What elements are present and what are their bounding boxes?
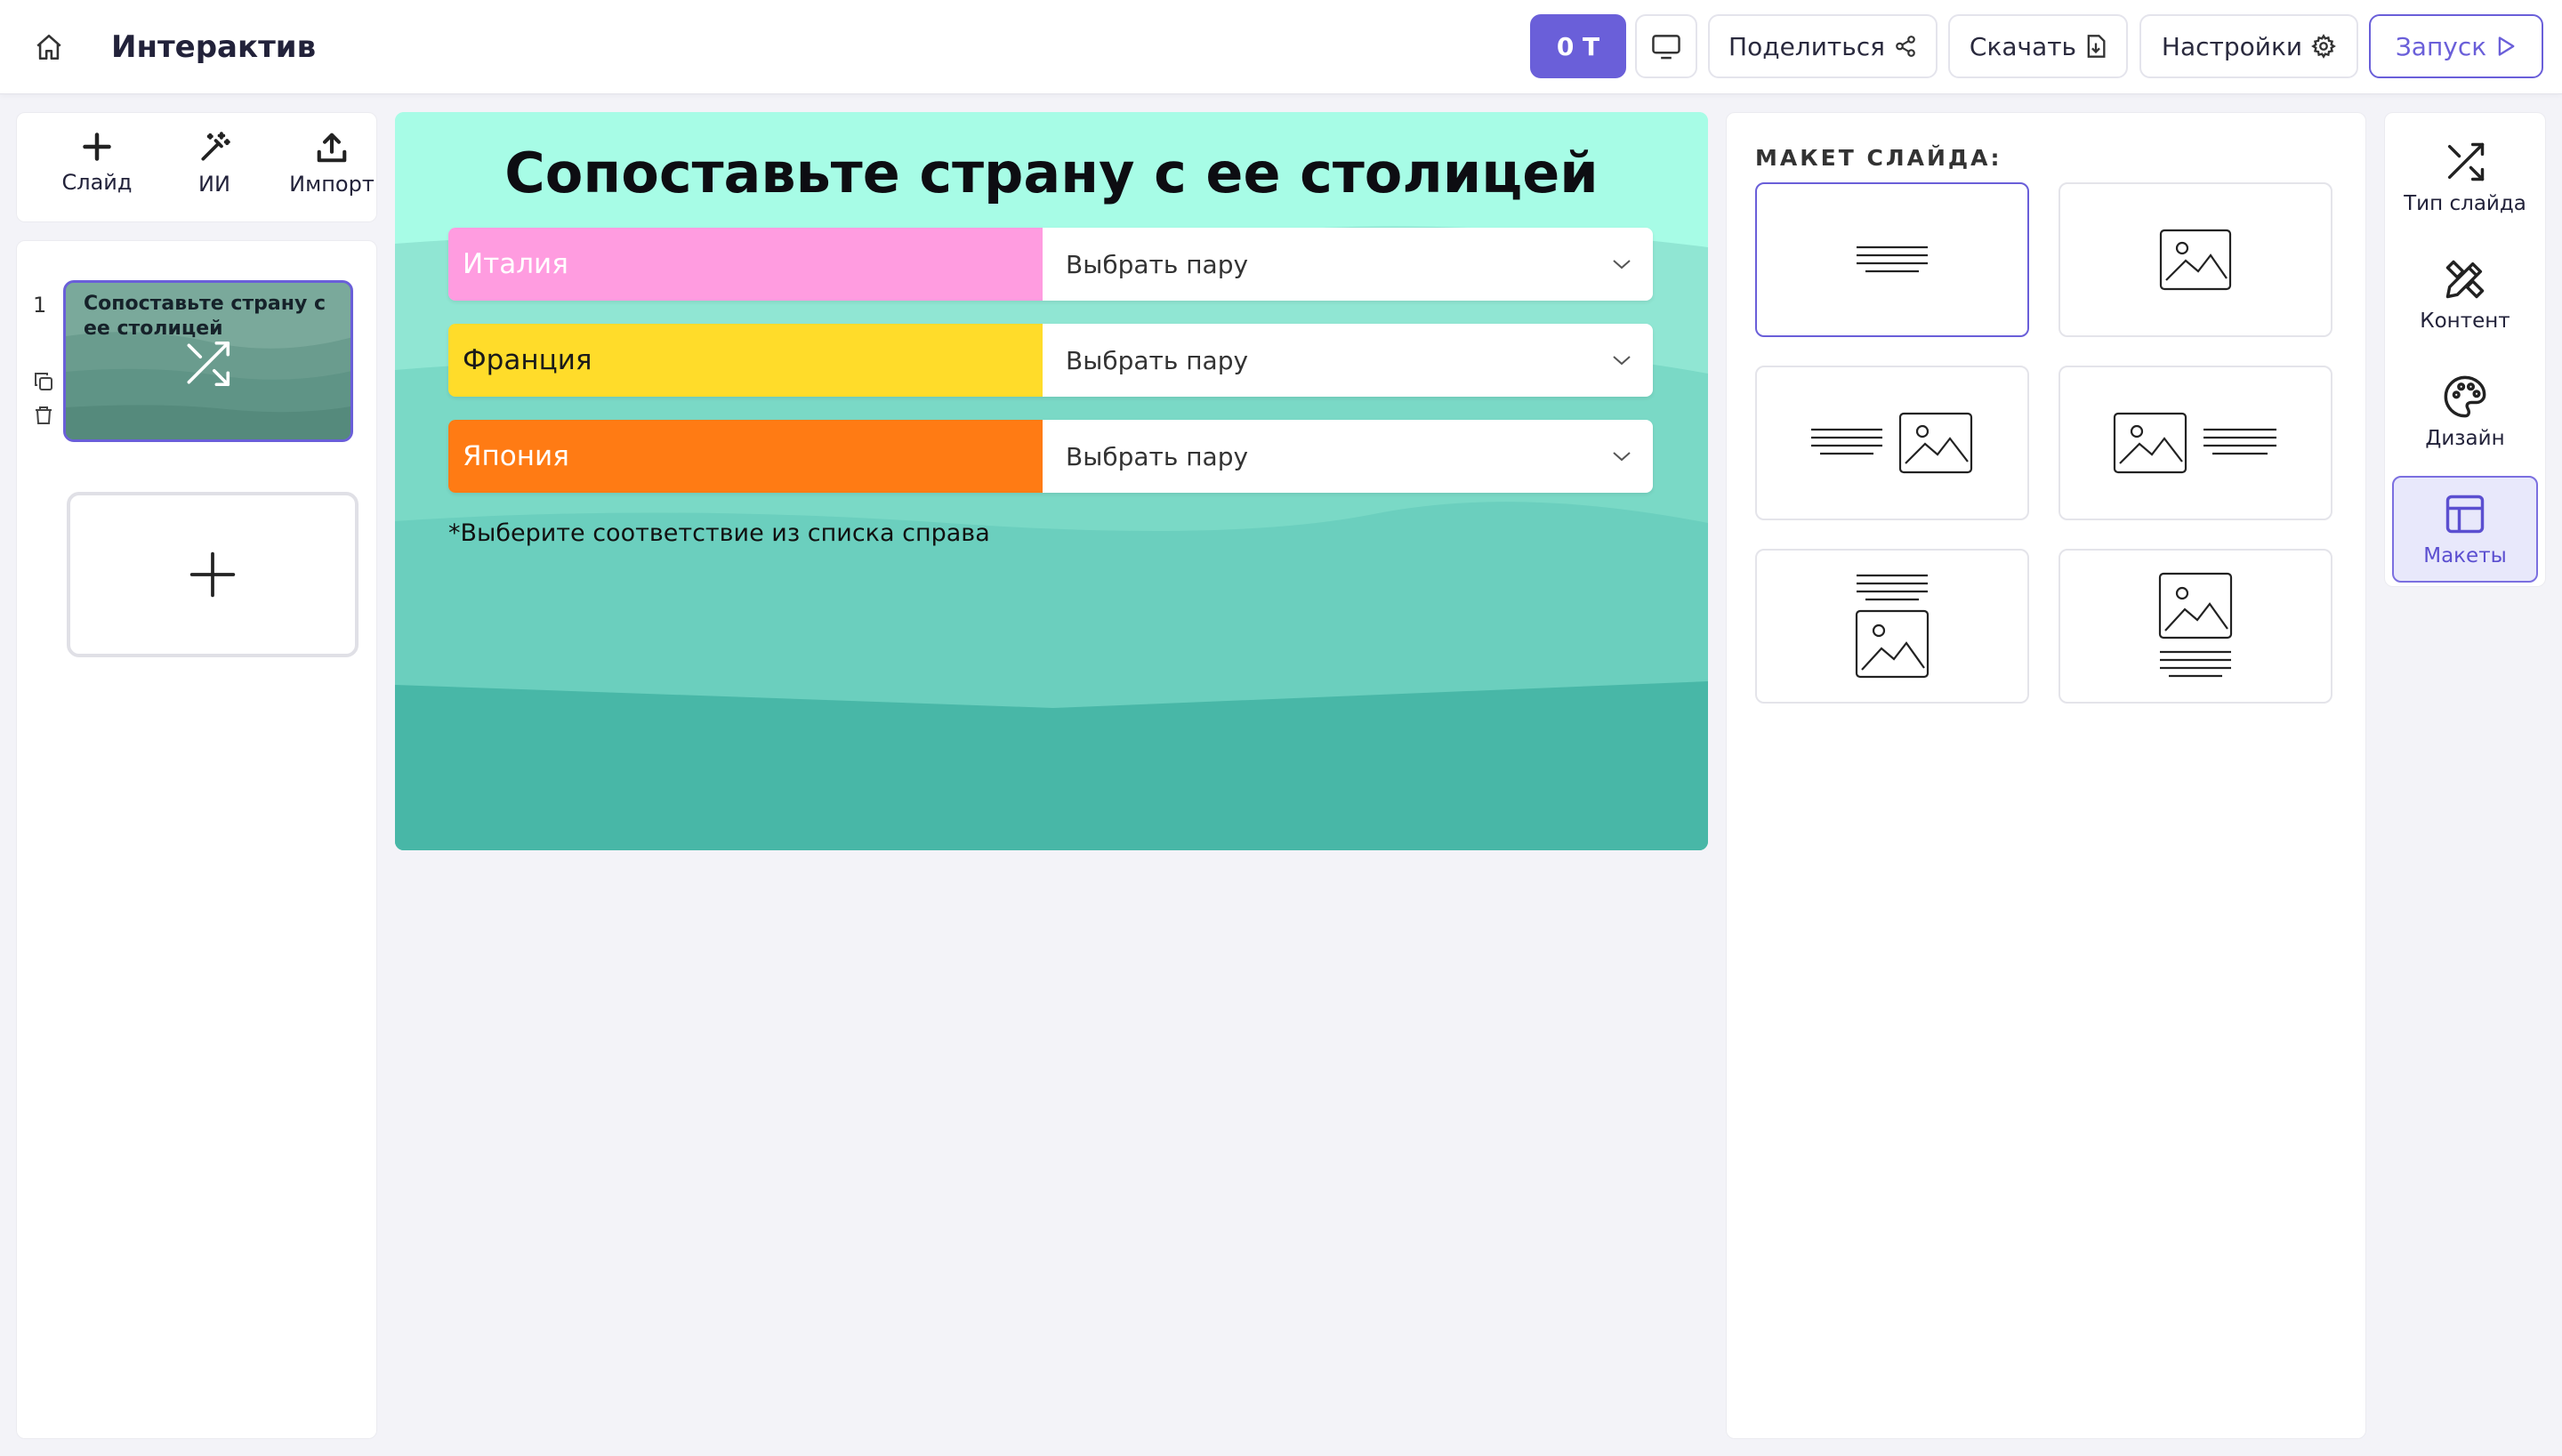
layout-text-top-image-bottom[interactable]: [1755, 549, 2029, 704]
settings-button[interactable]: Настройки: [2139, 14, 2358, 78]
download-button[interactable]: Скачать: [1948, 14, 2128, 78]
top-bar: Интерактив 0 T Поделиться Скачать Настро…: [0, 0, 2562, 94]
settings-label: Настройки: [2161, 31, 2303, 61]
share-button[interactable]: Поделиться: [1708, 14, 1938, 78]
layout-panel: МАКЕТ СЛАЙДА:: [1726, 112, 2366, 1439]
duplicate-slide-button[interactable]: [31, 369, 56, 394]
pair-select-value: Выбрать пару: [1066, 345, 1249, 375]
file-download-icon: [2087, 35, 2106, 58]
slide-number: 1: [33, 293, 47, 318]
rail-design-label: Дизайн: [2425, 427, 2505, 450]
pair-row: Италия Выбрать пару: [448, 228, 1653, 301]
rail-slide-type-label: Тип слайда: [2404, 192, 2526, 215]
thumbnail-title: Сопоставьте страну с ее столицей: [84, 293, 326, 340]
chevron-down-icon: [1613, 452, 1631, 462]
gear-icon: [2311, 34, 2336, 59]
layout-heading: МАКЕТ СЛАЙДА:: [1755, 145, 2002, 171]
text-lines-icon: [1857, 245, 1928, 273]
magic-wand-icon: [201, 132, 230, 161]
monitor-icon: [1652, 35, 1680, 60]
pair-select-value: Выбрать пару: [1066, 249, 1249, 279]
pair-country[interactable]: Япония: [448, 420, 1043, 493]
pair-select[interactable]: Выбрать пару: [1043, 420, 1653, 493]
pair-country[interactable]: Италия: [448, 228, 1043, 301]
slide-tools-panel: Слайд ИИ Импорт: [16, 112, 377, 222]
tool-slide-label: Слайд: [61, 170, 133, 195]
rail-layouts-label: Макеты: [2423, 544, 2507, 567]
rail-content-label: Контент: [2420, 310, 2510, 333]
home-button[interactable]: [27, 25, 71, 69]
delete-slide-button[interactable]: [31, 403, 56, 428]
layout-icon: [2445, 495, 2485, 534]
trash-icon: [36, 406, 52, 424]
slide-note[interactable]: *Выберите соответствие из списка справа: [448, 519, 990, 547]
rail-content[interactable]: Контент: [2392, 241, 2538, 348]
add-slide-button[interactable]: [67, 492, 359, 657]
layout-image-top-text-bottom[interactable]: [2058, 549, 2332, 704]
pair-row: Франция Выбрать пару: [448, 324, 1653, 397]
ai-tool[interactable]: ИИ: [161, 131, 268, 211]
app-title: Интерактив: [111, 29, 317, 65]
plus-icon: [83, 133, 111, 161]
pair-country[interactable]: Франция: [448, 324, 1043, 397]
text-over-image-icon: [1855, 574, 1930, 679]
import-tool[interactable]: Импорт: [278, 131, 385, 211]
home-icon: [36, 34, 61, 60]
pair-select[interactable]: Выбрать пару: [1043, 324, 1653, 397]
upload-icon: [317, 133, 347, 163]
share-label: Поделиться: [1728, 31, 1885, 61]
preview-button[interactable]: [1635, 14, 1697, 78]
pencil-ruler-icon: [2445, 260, 2485, 299]
pair-select-value: Выбрать пару: [1066, 441, 1249, 471]
image-icon: [2159, 229, 2232, 291]
plus-icon: [189, 551, 236, 598]
tokens-label: 0 T: [1556, 31, 1600, 61]
pair-row: Япония Выбрать пару: [448, 420, 1653, 493]
rail-design[interactable]: Дизайн: [2392, 358, 2538, 465]
share-icon: [1896, 36, 1915, 57]
play-icon: [2498, 36, 2515, 56]
slide-thumbnail[interactable]: Сопоставьте страну с ее столицей: [63, 280, 353, 442]
chevron-down-icon: [1613, 260, 1631, 269]
layout-text-only[interactable]: [1755, 182, 2029, 337]
shuffle-icon: [2447, 142, 2485, 181]
right-rail: Тип слайда Контент Дизайн Макеты: [2384, 112, 2546, 587]
download-label: Скачать: [1969, 31, 2077, 61]
layout-text-left-image-right[interactable]: [1755, 366, 2029, 520]
shuffle-icon: [187, 341, 230, 387]
slide-title[interactable]: Сопоставьте страну с ее столицей: [395, 141, 1708, 205]
tool-ai-label: ИИ: [198, 172, 230, 197]
layout-image-left-text-right[interactable]: [2058, 366, 2332, 520]
tokens-button[interactable]: 0 T: [1530, 14, 1626, 78]
palette-icon: [2444, 375, 2486, 418]
layout-image-only[interactable]: [2058, 182, 2332, 337]
image-text-icon: [2113, 412, 2276, 474]
add-slide-tool[interactable]: Слайд: [44, 131, 150, 211]
rail-layouts[interactable]: Макеты: [2392, 476, 2538, 583]
launch-label: Запуск: [2395, 31, 2487, 61]
slides-list-panel: 1 Сопоставьте страну с ее столицей: [16, 240, 377, 1439]
copy-icon: [35, 373, 52, 390]
image-over-text-icon: [2158, 572, 2233, 678]
text-image-icon: [1811, 412, 1973, 474]
tool-import-label: Импорт: [289, 172, 375, 197]
pair-select[interactable]: Выбрать пару: [1043, 228, 1653, 301]
slide-canvas: Сопоставьте страну с ее столицей Италия …: [395, 112, 1708, 850]
rail-slide-type[interactable]: Тип слайда: [2392, 124, 2538, 230]
chevron-down-icon: [1613, 356, 1631, 366]
launch-button[interactable]: Запуск: [2369, 14, 2543, 78]
